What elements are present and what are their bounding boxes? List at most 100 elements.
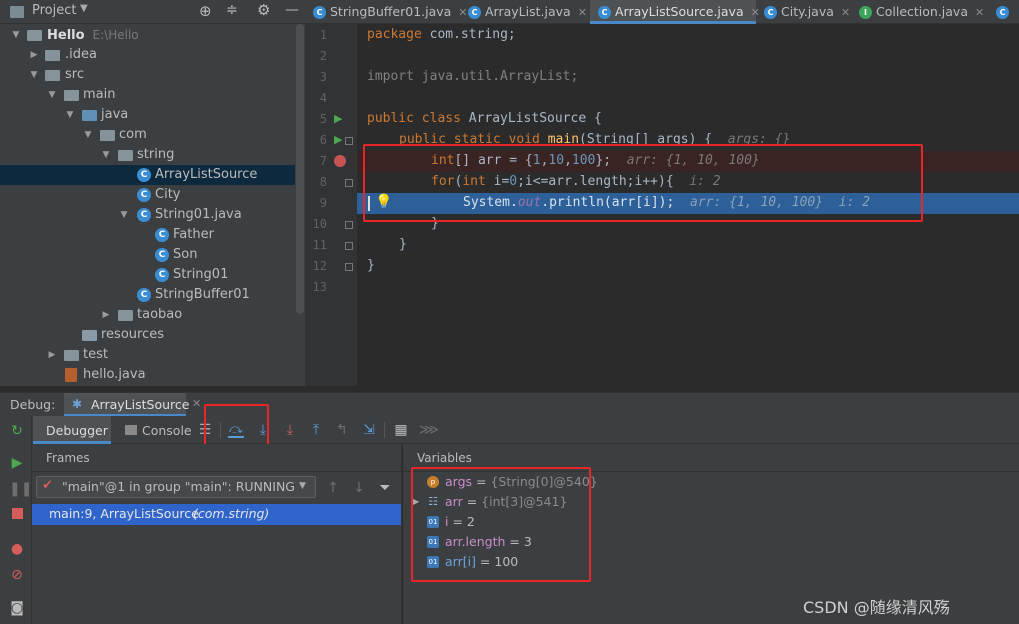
resume-icon[interactable]: ▶: [9, 455, 25, 471]
tree-item-string[interactable]: ▼ string: [0, 145, 295, 165]
project-tree: ▼ Hello E:\Hello ▶ .idea ▼ src ▼ main ▼ j…: [0, 24, 305, 386]
chevron-right-icon[interactable]: ▶: [46, 345, 58, 365]
tree-item-com[interactable]: ▼ com: [0, 125, 295, 145]
tab-collection[interactable]: I Collection.java ✕: [851, 0, 986, 24]
collapse-all-icon[interactable]: ≑: [226, 2, 238, 18]
close-icon[interactable]: ✕: [192, 397, 201, 410]
fold-icon[interactable]: [345, 242, 353, 250]
variable-value: 100: [494, 554, 519, 569]
tree-item-arraylistsource[interactable]: C ArrayListSource: [0, 165, 295, 185]
step-into-icon[interactable]: ⤓: [255, 422, 271, 438]
field-reference: out: [517, 195, 542, 210]
chevron-down-icon[interactable]: ▼: [64, 105, 76, 125]
tree-item-father[interactable]: C Father: [0, 225, 295, 245]
arrow-up-icon[interactable]: ↑: [325, 480, 341, 496]
execution-caret: [368, 196, 370, 211]
tab-console[interactable]: Console: [113, 416, 195, 444]
chevron-down-icon[interactable]: ▼: [10, 25, 22, 45]
chevron-down-icon[interactable]: ▼: [82, 125, 94, 145]
line-number: 2: [319, 49, 327, 63]
tree-item-idea[interactable]: ▶ .idea: [0, 45, 295, 65]
variable-value: 2: [466, 514, 475, 529]
variable-equals: =: [475, 554, 495, 569]
tab-arraylistsource[interactable]: C ArrayListSource.java ✕: [590, 0, 760, 24]
keyword: for: [431, 174, 455, 189]
tree-item-java[interactable]: ▼ java: [0, 105, 295, 125]
project-view-selector[interactable]: Project: [32, 3, 76, 18]
debug-session-tab[interactable]: ✱ ArrayListSource: [64, 393, 189, 417]
evaluate-expression-icon[interactable]: ▦: [393, 422, 409, 438]
package-icon: [118, 150, 133, 161]
tab-stringbuffer01[interactable]: C StringBuffer01.java ✕: [305, 0, 468, 24]
tree-item-taobao[interactable]: ▶ taobao: [0, 305, 295, 325]
tree-item-label: com: [119, 127, 147, 142]
tree-item-string01[interactable]: C String01: [0, 265, 295, 285]
thread-selector[interactable]: ✔ "main"@1 in group "main": RUNNING ▼: [36, 476, 316, 498]
run-gutter-icon[interactable]: ▶: [334, 112, 342, 125]
breakpoint-icon[interactable]: [334, 155, 346, 167]
tree-item-stringbuffer01[interactable]: C StringBuffer01: [0, 285, 295, 305]
menu-lines-icon[interactable]: ☰: [197, 422, 213, 438]
chevron-down-icon[interactable]: ▼: [28, 65, 40, 85]
run-to-cursor-icon[interactable]: ⇲: [361, 422, 377, 438]
stop-icon[interactable]: [9, 507, 25, 523]
step-out-icon[interactable]: ⤒: [308, 422, 324, 438]
editor-gutter[interactable]: 1 2 3 4 5 6 7 8 9 10 11 12 13 ▶ ▶: [305, 24, 357, 386]
code-line-6: public static void main(String[] args) {…: [399, 129, 790, 150]
hide-panel-icon[interactable]: —: [285, 2, 299, 18]
chevron-down-icon[interactable]: ▼: [80, 3, 88, 14]
variable-row-arr-length[interactable]: 01 arr.length = 3: [427, 532, 532, 552]
tree-item-main[interactable]: ▼ main: [0, 85, 295, 105]
drop-frame-icon[interactable]: ↰: [334, 422, 350, 438]
tree-item-src[interactable]: ▼ src: [0, 65, 295, 85]
close-icon[interactable]: ✕: [841, 6, 850, 19]
tree-item-city[interactable]: C City: [0, 185, 295, 205]
tab-more[interactable]: C: [988, 0, 1019, 24]
code-editor[interactable]: 💡 package com.string; import java.util.A…: [357, 24, 1019, 386]
tree-item-test[interactable]: ▶ test: [0, 345, 295, 365]
close-icon[interactable]: ✕: [578, 6, 587, 19]
chevron-down-icon[interactable]: ▼: [100, 145, 112, 165]
close-icon[interactable]: ✕: [975, 6, 984, 19]
chevron-right-icon[interactable]: ▶: [413, 492, 419, 512]
tree-item-string01-java[interactable]: ▼ C String01.java: [0, 205, 295, 225]
tree-scrollbar[interactable]: [296, 24, 304, 314]
code-text: (String[] args) {: [579, 132, 713, 147]
variable-row-i[interactable]: 01 i = 2: [427, 512, 475, 532]
tab-arraylist[interactable]: C ArrayList.java ✕: [460, 0, 590, 24]
fold-icon[interactable]: [345, 221, 353, 229]
frame-row[interactable]: main:9, ArrayListSource (com.string): [32, 504, 401, 525]
fold-icon[interactable]: [345, 263, 353, 271]
tree-item-label: String01.java: [155, 207, 242, 222]
tree-item-hello-java[interactable]: hello.java: [0, 365, 295, 385]
chevron-down-icon[interactable]: ▼: [118, 205, 130, 225]
run-gutter-icon[interactable]: ▶: [334, 133, 342, 146]
frame-location: main:9, ArrayListSource: [49, 506, 199, 521]
filter-icon[interactable]: ⏷: [377, 480, 393, 496]
fold-icon[interactable]: [345, 137, 353, 145]
gear-icon[interactable]: ⚙: [257, 1, 270, 19]
fold-icon[interactable]: [345, 179, 353, 187]
variable-row-args[interactable]: p args = {String[0]@540}: [427, 472, 598, 492]
force-step-into-icon[interactable]: ⤓: [282, 422, 298, 438]
chevron-right-icon[interactable]: ▶: [100, 305, 112, 325]
chevron-right-icon[interactable]: ▶: [28, 45, 40, 65]
variable-row-arr-i[interactable]: 01 arr[i] = 100: [427, 552, 518, 572]
chevron-down-icon[interactable]: ▼: [46, 85, 58, 105]
arrow-down-icon[interactable]: ↓: [351, 480, 367, 496]
intention-bulb-icon[interactable]: 💡: [375, 194, 392, 210]
step-over-icon[interactable]: ⤼: [228, 422, 244, 438]
tree-item-hello[interactable]: ▼ Hello E:\Hello: [0, 25, 295, 45]
mute-breakpoints-icon[interactable]: ⊘: [9, 567, 25, 583]
pause-icon[interactable]: ❚❚: [9, 481, 32, 497]
tab-city[interactable]: C City.java ✕: [756, 0, 851, 24]
trace-current-stream-icon[interactable]: ⋙: [419, 422, 439, 438]
view-breakpoints-icon[interactable]: ●: [9, 541, 25, 557]
locate-file-icon[interactable]: ⊕: [199, 2, 212, 20]
tree-item-son[interactable]: C Son: [0, 245, 295, 265]
camera-icon[interactable]: ◙: [9, 600, 25, 616]
variable-row-arr[interactable]: ▶ ☷ arr = {int[3]@541}: [413, 492, 567, 512]
tree-item-resources[interactable]: resources: [0, 325, 295, 345]
rerun-icon[interactable]: ↻: [9, 423, 25, 439]
tab-debugger[interactable]: Debugger: [33, 416, 111, 444]
